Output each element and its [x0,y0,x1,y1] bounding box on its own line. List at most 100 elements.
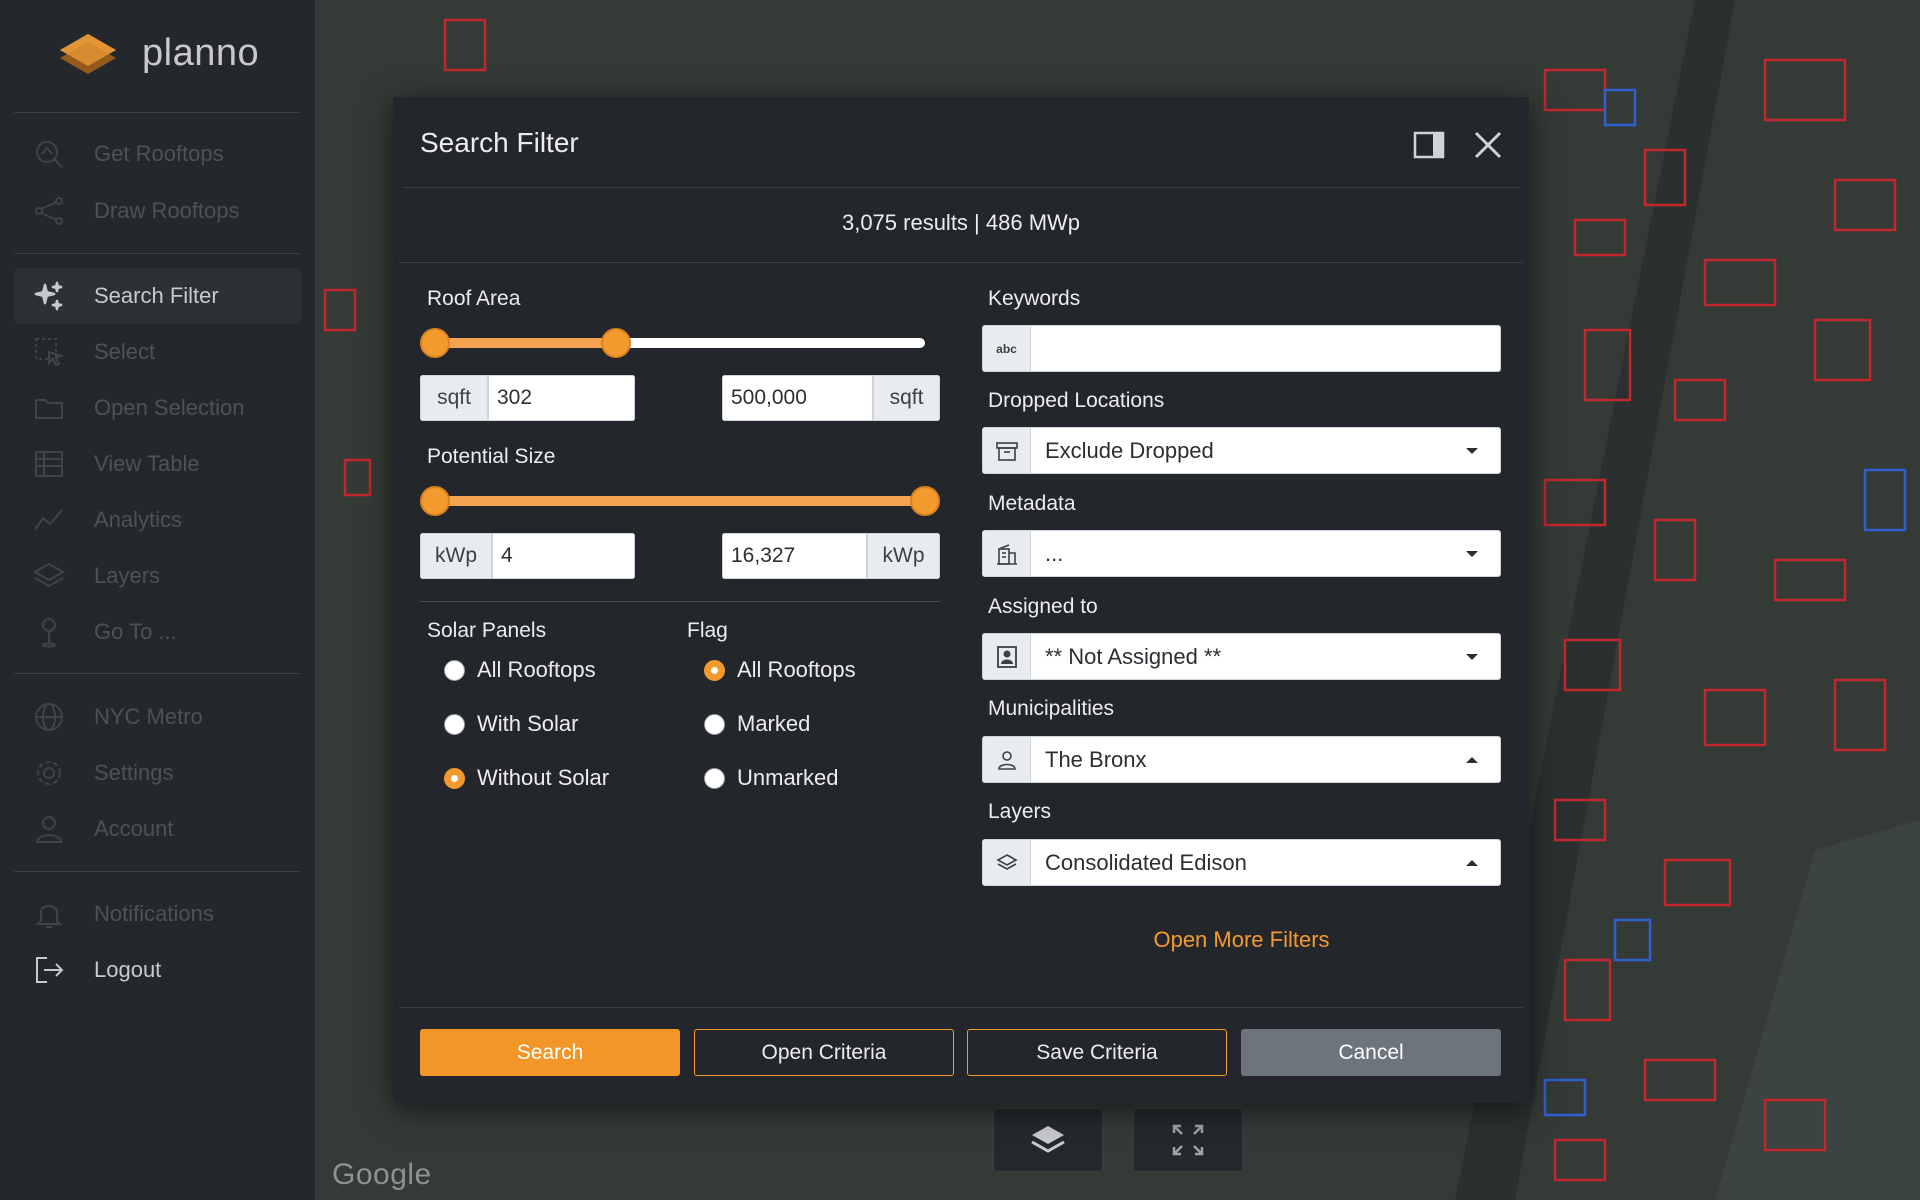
close-button[interactable] [1470,127,1506,163]
potential-size-min-group: kWp [420,533,635,579]
assigned-to-select[interactable]: ** Not Assigned ** [982,633,1501,680]
roof-area-max-handle[interactable] [601,328,632,358]
header-divider [403,187,1519,188]
flag-label: Flag [687,619,728,642]
radio-button[interactable] [444,659,465,681]
open-criteria-button[interactable]: Open Criteria [694,1029,954,1076]
sidebar-item-analytics[interactable]: Analytics [14,492,301,548]
dropped-locations-value: Exclude Dropped [1045,437,1214,463]
save-criteria-button[interactable]: Save Criteria [967,1029,1227,1076]
roof-area-max-group: sqft [722,375,940,421]
close-icon [1474,131,1502,159]
chevron-up-icon [1466,756,1478,763]
roof-area-min-handle[interactable] [420,328,450,358]
radio-label: With Solar [477,711,579,736]
sidebar-item-draw-rooftops[interactable]: Draw Rooftops [14,183,301,239]
app-logo[interactable]: planno [56,28,259,78]
radio-button-selected[interactable] [704,659,725,681]
contact-card-icon [983,634,1031,679]
roof-area-slider-range [435,338,617,348]
draw-icon [32,194,66,228]
radio-label: Marked [737,711,811,736]
solar-option-with-solar[interactable]: With Solar [444,711,578,737]
layers-select[interactable]: Consolidated Edison [982,839,1501,886]
logout-icon [32,953,66,987]
solar-option-without-solar[interactable]: Without Solar [444,765,609,791]
sidebar-item-logout[interactable]: Logout [14,942,301,998]
dropped-locations-label: Dropped Locations [988,389,1165,412]
layers-label: Layers [988,800,1052,823]
sidebar-item-label: Select [94,339,156,364]
solar-panels-label: Solar Panels [427,619,547,642]
sidebar-item-label: Draw Rooftops [94,198,240,223]
keywords-input[interactable]: abc [982,325,1501,372]
gear-icon [32,756,66,790]
map-layers-button[interactable] [993,1108,1103,1172]
map-fullscreen-button[interactable] [1133,1108,1243,1172]
sidebar-item-layers[interactable]: Layers [14,548,301,604]
sidebar-divider [14,673,301,674]
planno-logo-icon [60,34,116,74]
flag-option-all-rooftops[interactable]: All Rooftops [704,657,856,683]
person-pin-icon [983,737,1031,782]
flag-option-marked[interactable]: Marked [704,711,810,737]
sidebar-item-label: Analytics [94,507,183,532]
layers-icon [983,840,1031,885]
radio-button[interactable] [704,713,725,735]
sidebar-item-settings[interactable]: Settings [14,745,301,801]
sidebar-item-select[interactable]: Select [14,324,301,380]
sidebar-item-label: Open Selection [94,395,245,420]
sidebar-item-go-to[interactable]: Go To ... [14,604,301,660]
potential-size-min-input[interactable] [492,533,635,579]
chevron-down-icon [1466,550,1478,557]
chevron-down-icon [1466,447,1478,454]
text-icon: abc [983,326,1031,371]
open-more-filters-link[interactable]: Open More Filters [982,927,1501,953]
metadata-select[interactable]: ... [982,530,1501,577]
solar-option-all-rooftops[interactable]: All Rooftops [444,657,596,683]
flag-option-unmarked[interactable]: Unmarked [704,765,838,791]
radio-label: All Rooftops [477,657,596,682]
sidebar-item-nyc-metro[interactable]: NYC Metro [14,689,301,745]
assigned-to-value: ** Not Assigned ** [1045,643,1222,669]
unit-label: sqft [873,375,940,421]
radio-button-selected[interactable] [444,767,465,789]
sidebar-item-view-table[interactable]: View Table [14,436,301,492]
results-divider [399,262,1523,263]
layers-value: Consolidated Edison [1045,849,1247,875]
sidebar-item-label: Search Filter [94,283,219,308]
toggle-panel-button[interactable] [1411,127,1447,163]
dropped-locations-select[interactable]: Exclude Dropped [982,427,1501,474]
potential-size-max-handle[interactable] [910,486,940,516]
layers-icon [1031,1126,1065,1153]
roof-area-min-input[interactable] [488,375,635,421]
unit-label: kWp [867,533,940,579]
sidebar: planno Get Rooftops Draw Rooftops Search… [0,0,315,1200]
potential-size-max-input[interactable] [722,533,867,579]
radio-button[interactable] [444,713,465,735]
fullscreen-icon [1172,1124,1204,1156]
pin-icon [32,615,66,649]
sidebar-item-notifications[interactable]: Notifications [14,886,301,942]
potential-size-min-handle[interactable] [420,486,450,516]
metadata-value: ... [1045,540,1064,566]
potential-size-label: Potential Size [427,445,556,468]
search-rooftop-icon [32,137,66,171]
sidebar-item-search-filter[interactable]: Search Filter [14,268,301,324]
sidebar-item-get-rooftops[interactable]: Get Rooftops [14,126,301,182]
sidebar-divider [14,871,301,872]
potential-size-slider-range [435,496,925,506]
assigned-to-label: Assigned to [988,595,1098,618]
search-button[interactable]: Search [420,1029,680,1076]
roof-area-max-input[interactable] [722,375,873,421]
sidebar-item-account[interactable]: Account [14,801,301,857]
municipalities-select[interactable]: The Bronx [982,736,1501,783]
sidebar-item-label: View Table [94,451,200,476]
cancel-button[interactable]: Cancel [1241,1029,1501,1076]
keywords-label: Keywords [988,287,1081,310]
sidebar-item-open-selection[interactable]: Open Selection [14,380,301,436]
layers-icon [32,559,66,593]
radio-button[interactable] [704,767,725,789]
metadata-label: Metadata [988,492,1076,515]
sidebar-item-label: Notifications [94,901,214,926]
